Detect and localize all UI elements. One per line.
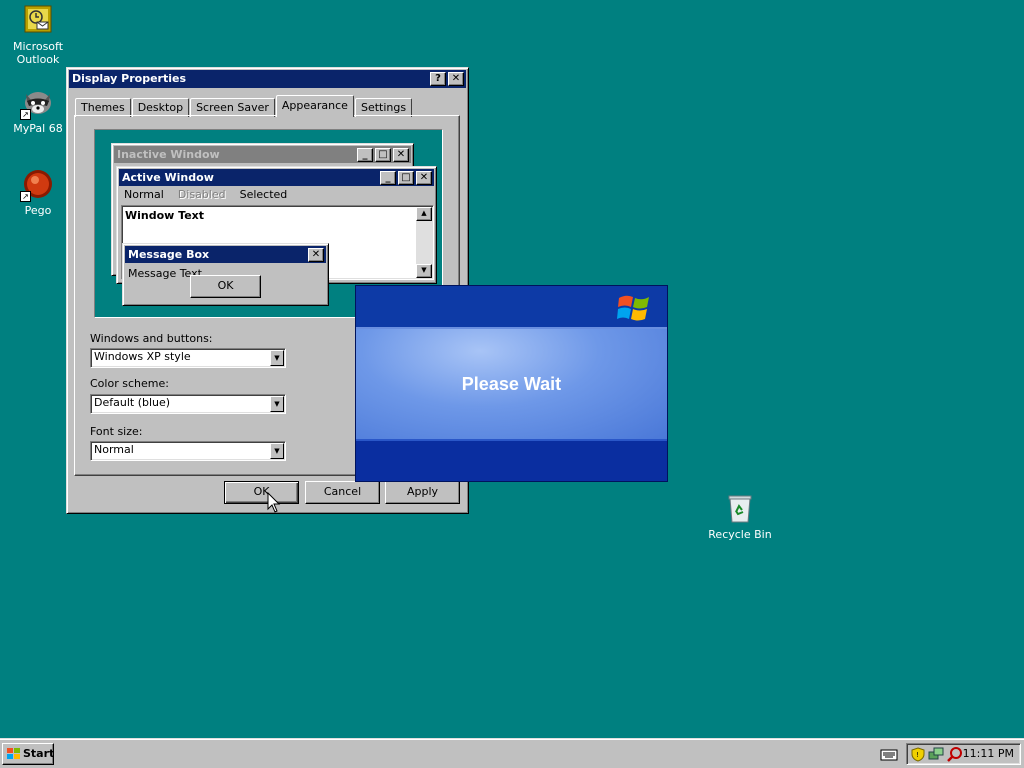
please-wait-text: Please Wait xyxy=(461,373,562,394)
preview-menu-selected: Selected xyxy=(239,188,288,201)
preview-msgbox-titlebar: Message Box ✕ xyxy=(125,246,326,263)
network-icon[interactable] xyxy=(928,746,944,762)
preview-menu-normal: Normal xyxy=(124,188,164,201)
recycle-bin-icon xyxy=(724,492,756,524)
font-size-value: Normal xyxy=(94,443,134,456)
mouse-cursor-icon xyxy=(267,492,281,513)
apply-button[interactable]: Apply xyxy=(385,481,460,504)
shortcut-arrow-icon: ↗ xyxy=(20,109,31,120)
start-button[interactable]: Start xyxy=(2,743,54,765)
clock[interactable]: 11:11 PM xyxy=(963,747,1014,760)
outlook-icon xyxy=(22,4,54,36)
close-icon: ✕ xyxy=(308,247,324,262)
desktop-icon-mypal[interactable]: ↗ MyPal 68 xyxy=(0,86,76,135)
close-icon: ✕ xyxy=(393,147,409,162)
shield-icon[interactable]: ! xyxy=(911,747,925,762)
search-icon[interactable] xyxy=(947,746,963,762)
close-button[interactable]: ✕ xyxy=(448,72,464,86)
preview-msgbox-title: Message Box xyxy=(128,247,210,261)
preview-active-titlebar: Active Window _ □ ✕ xyxy=(119,169,434,186)
desktop-icon-recycle-bin[interactable]: Recycle Bin xyxy=(702,492,778,541)
preview-window-text: Window Text xyxy=(125,209,205,222)
desktop-icon-pego[interactable]: ↗ Pego xyxy=(0,168,76,217)
preview-msgbox-ok: OK xyxy=(190,275,261,298)
please-wait-window: Please Wait xyxy=(355,285,668,482)
svg-text:!: ! xyxy=(916,751,919,759)
ok-button[interactable]: OK xyxy=(224,481,299,504)
preview-inactive-title: Inactive Window xyxy=(117,147,220,161)
preview-inactive-titlebar: Inactive Window _ □ ✕ xyxy=(114,146,411,163)
keyboard-icon[interactable] xyxy=(880,747,898,761)
preview-menu-disabled: Disabled xyxy=(177,188,226,201)
font-size-select[interactable]: Normal ▼ xyxy=(90,441,286,461)
chevron-down-icon[interactable]: ▼ xyxy=(270,350,284,366)
preview-message-box: Message Box ✕ Message Text OK xyxy=(122,243,329,306)
desktop-icon-outlook[interactable]: Microsoft Outlook xyxy=(0,4,76,66)
desktop-icon-label: Microsoft Outlook xyxy=(12,40,64,66)
please-wait-body: Please Wait xyxy=(356,329,667,439)
scroll-down-icon: ▼ xyxy=(416,264,432,278)
cancel-button[interactable]: Cancel xyxy=(305,481,380,504)
color-scheme-select[interactable]: Default (blue) ▼ xyxy=(90,394,286,414)
windows-buttons-select[interactable]: Windows XP style ▼ xyxy=(90,348,286,368)
minimize-icon: _ xyxy=(380,170,396,185)
windows-buttons-label: Windows and buttons: xyxy=(90,332,213,345)
color-scheme-label: Color scheme: xyxy=(90,377,169,390)
scroll-up-icon: ▲ xyxy=(416,207,432,221)
red-ball-icon: ↗ xyxy=(20,168,54,202)
preview-menu-bar: Normal Disabled Selected xyxy=(124,188,287,201)
preview-active-title: Active Window xyxy=(122,170,214,184)
start-label: Start xyxy=(23,747,55,760)
desktop-icon-label: MyPal 68 xyxy=(13,122,63,135)
please-wait-header xyxy=(356,286,667,329)
tab-strip: Themes Desktop Screen Saver Appearance S… xyxy=(75,95,413,117)
windows-flag-icon xyxy=(7,748,20,759)
color-scheme-value: Default (blue) xyxy=(94,396,171,409)
dialog-title: Display Properties xyxy=(72,72,187,85)
chevron-down-icon[interactable]: ▼ xyxy=(270,396,284,412)
please-wait-footer xyxy=(356,439,667,481)
windows-xp-logo xyxy=(617,295,649,321)
chevron-down-icon[interactable]: ▼ xyxy=(270,443,284,459)
shortcut-arrow-icon: ↗ xyxy=(20,191,31,202)
close-icon: ✕ xyxy=(416,170,432,185)
desktop-icon-label: Pego xyxy=(24,204,52,217)
font-size-label: Font size: xyxy=(90,425,143,438)
desktop-icon-label: Recycle Bin xyxy=(708,528,772,541)
raccoon-browser-icon: ↗ xyxy=(20,86,54,120)
dialog-titlebar[interactable]: Display Properties ? ✕ xyxy=(69,70,466,88)
preview-scrollbar: ▲ ▼ xyxy=(416,207,432,278)
tab-appearance[interactable]: Appearance xyxy=(275,95,354,117)
help-button[interactable]: ? xyxy=(430,72,446,86)
system-tray: ! 11:11 PM xyxy=(906,743,1021,765)
maximize-icon: □ xyxy=(398,170,414,185)
windows-buttons-value: Windows XP style xyxy=(94,350,191,363)
maximize-icon: □ xyxy=(375,147,391,162)
taskbar: Start ! 11:11 PM xyxy=(0,738,1024,768)
minimize-icon: _ xyxy=(357,147,373,162)
